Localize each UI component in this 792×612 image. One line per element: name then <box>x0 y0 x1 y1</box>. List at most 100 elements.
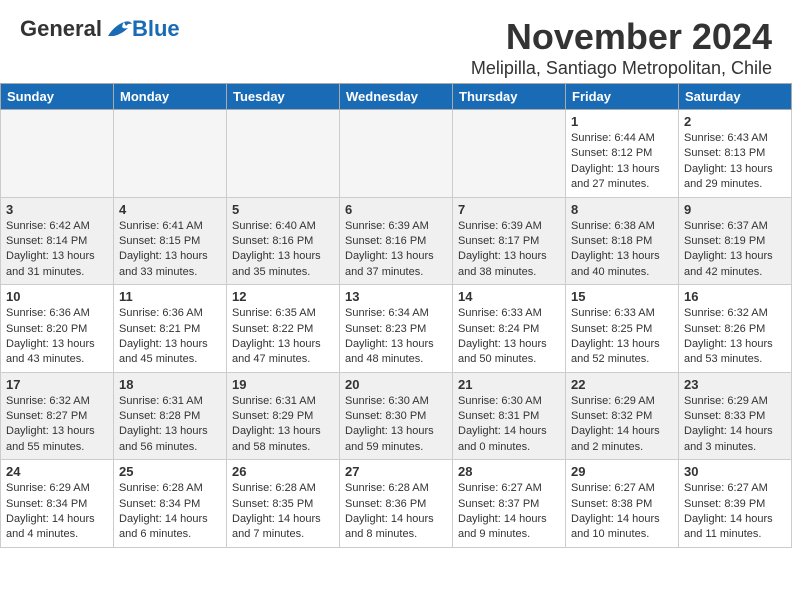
day-info: Sunrise: 6:41 AM Sunset: 8:15 PM Dayligh… <box>119 219 221 281</box>
day-number: 25 <box>119 464 221 479</box>
week-row-2: 10 Sunrise: 6:36 AM Sunset: 8:20 PM Dayli… <box>1 285 792 373</box>
day-info: Sunrise: 6:27 AM Sunset: 8:38 PM Dayligh… <box>571 481 673 543</box>
day-info: Sunrise: 6:28 AM Sunset: 8:34 PM Dayligh… <box>119 481 221 543</box>
day-info: Sunrise: 6:36 AM Sunset: 8:21 PM Dayligh… <box>119 306 221 368</box>
day-info: Sunrise: 6:38 AM Sunset: 8:18 PM Dayligh… <box>571 219 673 281</box>
day-number: 26 <box>232 464 334 479</box>
calendar-cell: 9 Sunrise: 6:37 AM Sunset: 8:19 PM Daylig… <box>679 197 792 285</box>
weekday-header-tuesday: Tuesday <box>227 84 340 110</box>
day-number: 7 <box>458 202 560 217</box>
day-number: 4 <box>119 202 221 217</box>
day-info: Sunrise: 6:32 AM Sunset: 8:27 PM Dayligh… <box>6 394 108 456</box>
day-number: 6 <box>345 202 447 217</box>
calendar-cell <box>1 110 114 198</box>
day-info: Sunrise: 6:36 AM Sunset: 8:20 PM Dayligh… <box>6 306 108 368</box>
day-info: Sunrise: 6:43 AM Sunset: 8:13 PM Dayligh… <box>684 131 786 193</box>
day-number: 13 <box>345 289 447 304</box>
day-number: 5 <box>232 202 334 217</box>
day-number: 16 <box>684 289 786 304</box>
day-info: Sunrise: 6:42 AM Sunset: 8:14 PM Dayligh… <box>6 219 108 281</box>
weekday-header-monday: Monday <box>114 84 227 110</box>
month-title: November 2024 <box>471 16 772 58</box>
calendar-cell: 21 Sunrise: 6:30 AM Sunset: 8:31 PM Dayli… <box>453 372 566 460</box>
calendar-cell: 1Sunrise: 6:44 AM Sunset: 8:12 PM Daylig… <box>566 110 679 198</box>
calendar-cell: 27 Sunrise: 6:28 AM Sunset: 8:36 PM Dayli… <box>340 460 453 548</box>
day-info: Sunrise: 6:32 AM Sunset: 8:26 PM Dayligh… <box>684 306 786 368</box>
weekday-header-saturday: Saturday <box>679 84 792 110</box>
calendar-cell: 10 Sunrise: 6:36 AM Sunset: 8:20 PM Dayli… <box>1 285 114 373</box>
day-info: Sunrise: 6:31 AM Sunset: 8:28 PM Dayligh… <box>119 394 221 456</box>
calendar-cell: 28 Sunrise: 6:27 AM Sunset: 8:37 PM Dayli… <box>453 460 566 548</box>
day-number: 2 <box>684 114 786 129</box>
day-info: Sunrise: 6:31 AM Sunset: 8:29 PM Dayligh… <box>232 394 334 456</box>
calendar-container: SundayMondayTuesdayWednesdayThursdayFrid… <box>0 83 792 548</box>
day-info: Sunrise: 6:33 AM Sunset: 8:24 PM Dayligh… <box>458 306 560 368</box>
day-info: Sunrise: 6:35 AM Sunset: 8:22 PM Dayligh… <box>232 306 334 368</box>
day-info: Sunrise: 6:39 AM Sunset: 8:16 PM Dayligh… <box>345 219 447 281</box>
calendar-cell: 26 Sunrise: 6:28 AM Sunset: 8:35 PM Dayli… <box>227 460 340 548</box>
day-number: 12 <box>232 289 334 304</box>
day-info: Sunrise: 6:30 AM Sunset: 8:31 PM Dayligh… <box>458 394 560 456</box>
title-area: November 2024 Melipilla, Santiago Metrop… <box>471 16 772 79</box>
day-info: Sunrise: 6:33 AM Sunset: 8:25 PM Dayligh… <box>571 306 673 368</box>
week-row-4: 24 Sunrise: 6:29 AM Sunset: 8:34 PM Dayli… <box>1 460 792 548</box>
calendar-cell: 30Sunrise: 6:27 AM Sunset: 8:39 PM Dayli… <box>679 460 792 548</box>
calendar-cell: 11 Sunrise: 6:36 AM Sunset: 8:21 PM Dayli… <box>114 285 227 373</box>
day-info: Sunrise: 6:28 AM Sunset: 8:35 PM Dayligh… <box>232 481 334 543</box>
day-number: 22 <box>571 377 673 392</box>
weekday-header-thursday: Thursday <box>453 84 566 110</box>
weekday-header-sunday: Sunday <box>1 84 114 110</box>
week-row-3: 17 Sunrise: 6:32 AM Sunset: 8:27 PM Dayli… <box>1 372 792 460</box>
day-number: 21 <box>458 377 560 392</box>
calendar-cell <box>340 110 453 198</box>
day-info: Sunrise: 6:37 AM Sunset: 8:19 PM Dayligh… <box>684 219 786 281</box>
calendar-cell: 7 Sunrise: 6:39 AM Sunset: 8:17 PM Daylig… <box>453 197 566 285</box>
calendar-cell: 5 Sunrise: 6:40 AM Sunset: 8:16 PM Daylig… <box>227 197 340 285</box>
day-number: 29 <box>571 464 673 479</box>
week-row-1: 3Sunrise: 6:42 AM Sunset: 8:14 PM Daylig… <box>1 197 792 285</box>
day-number: 1 <box>571 114 673 129</box>
calendar-cell: 20Sunrise: 6:30 AM Sunset: 8:30 PM Dayli… <box>340 372 453 460</box>
day-number: 10 <box>6 289 108 304</box>
day-number: 28 <box>458 464 560 479</box>
day-number: 24 <box>6 464 108 479</box>
day-info: Sunrise: 6:34 AM Sunset: 8:23 PM Dayligh… <box>345 306 447 368</box>
weekday-header-wednesday: Wednesday <box>340 84 453 110</box>
day-info: Sunrise: 6:27 AM Sunset: 8:37 PM Dayligh… <box>458 481 560 543</box>
day-number: 30 <box>684 464 786 479</box>
calendar-cell: 14Sunrise: 6:33 AM Sunset: 8:24 PM Dayli… <box>453 285 566 373</box>
day-number: 11 <box>119 289 221 304</box>
calendar-cell: 22 Sunrise: 6:29 AM Sunset: 8:32 PM Dayli… <box>566 372 679 460</box>
calendar-cell <box>227 110 340 198</box>
week-row-0: 1Sunrise: 6:44 AM Sunset: 8:12 PM Daylig… <box>1 110 792 198</box>
logo-blue: Blue <box>132 16 180 42</box>
calendar-cell: 19Sunrise: 6:31 AM Sunset: 8:29 PM Dayli… <box>227 372 340 460</box>
calendar-cell: 16 Sunrise: 6:32 AM Sunset: 8:26 PM Dayli… <box>679 285 792 373</box>
day-info: Sunrise: 6:29 AM Sunset: 8:33 PM Dayligh… <box>684 394 786 456</box>
day-info: Sunrise: 6:30 AM Sunset: 8:30 PM Dayligh… <box>345 394 447 456</box>
weekday-header-friday: Friday <box>566 84 679 110</box>
day-info: Sunrise: 6:28 AM Sunset: 8:36 PM Dayligh… <box>345 481 447 543</box>
day-info: Sunrise: 6:29 AM Sunset: 8:32 PM Dayligh… <box>571 394 673 456</box>
day-number: 15 <box>571 289 673 304</box>
calendar-cell: 17 Sunrise: 6:32 AM Sunset: 8:27 PM Dayli… <box>1 372 114 460</box>
logo-general: General <box>20 16 102 42</box>
weekday-header-row: SundayMondayTuesdayWednesdayThursdayFrid… <box>1 84 792 110</box>
calendar-cell: 18 Sunrise: 6:31 AM Sunset: 8:28 PM Dayli… <box>114 372 227 460</box>
day-info: Sunrise: 6:29 AM Sunset: 8:34 PM Dayligh… <box>6 481 108 543</box>
calendar-cell: 25 Sunrise: 6:28 AM Sunset: 8:34 PM Dayli… <box>114 460 227 548</box>
day-number: 17 <box>6 377 108 392</box>
page-header: General Blue November 2024 Melipilla, Sa… <box>0 0 792 83</box>
day-info: Sunrise: 6:40 AM Sunset: 8:16 PM Dayligh… <box>232 219 334 281</box>
day-number: 9 <box>684 202 786 217</box>
location-title: Melipilla, Santiago Metropolitan, Chile <box>471 58 772 79</box>
day-info: Sunrise: 6:39 AM Sunset: 8:17 PM Dayligh… <box>458 219 560 281</box>
calendar-cell: 23Sunrise: 6:29 AM Sunset: 8:33 PM Dayli… <box>679 372 792 460</box>
day-number: 27 <box>345 464 447 479</box>
calendar-cell: 6 Sunrise: 6:39 AM Sunset: 8:16 PM Daylig… <box>340 197 453 285</box>
calendar-table: SundayMondayTuesdayWednesdayThursdayFrid… <box>0 83 792 548</box>
logo-bird-icon <box>104 18 132 40</box>
calendar-cell <box>453 110 566 198</box>
calendar-cell <box>114 110 227 198</box>
day-number: 18 <box>119 377 221 392</box>
